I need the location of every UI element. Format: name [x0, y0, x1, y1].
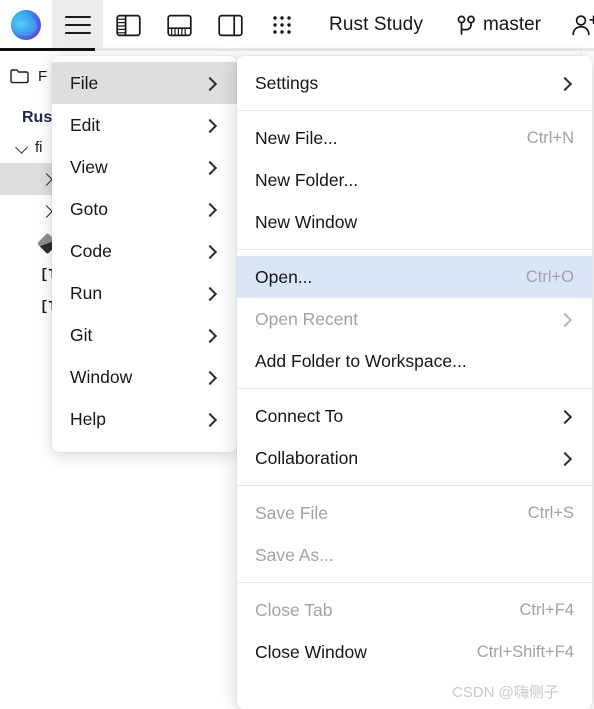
chevron-right-icon — [560, 314, 571, 325]
menu-item-label: Code — [70, 240, 112, 261]
submenu-separator — [237, 249, 592, 250]
submenu-item-label: Open... — [255, 266, 313, 287]
git-branch-icon — [457, 15, 476, 36]
chevron-right-icon — [205, 414, 216, 425]
left-panel-icon — [116, 14, 141, 37]
submenu-item-shortcut: Ctrl+Shift+F4 — [476, 642, 574, 661]
git-branch-button[interactable]: master — [457, 14, 541, 36]
submenu-item-label: New File... — [255, 127, 338, 148]
chevron-right-icon — [560, 411, 571, 422]
submenu-item-shortcut: Ctrl+F4 — [519, 600, 574, 619]
bottom-panel-icon — [167, 14, 192, 37]
submenu-item-shortcut: Ctrl+N — [526, 128, 574, 147]
app-window: F Rus fi [T [T Rust Study master File Ed… — [0, 0, 594, 709]
menu-item-label: File — [70, 72, 99, 93]
menu-item-help[interactable]: Help — [52, 398, 237, 440]
submenu-item-shortcut: Ctrl+O — [525, 267, 574, 286]
menu-item-run[interactable]: Run — [52, 272, 237, 314]
submenu-item-label: Save As... — [255, 544, 334, 565]
submenu-item-new-window[interactable]: New Window — [237, 201, 592, 243]
toolbar-divider — [95, 48, 594, 51]
app-logo-icon — [11, 10, 41, 40]
submenu-item-label: New Window — [255, 211, 358, 232]
app-logo[interactable] — [0, 0, 52, 50]
submenu-item-new-file[interactable]: New File... Ctrl+N — [237, 117, 592, 159]
menu-item-label: Goto — [70, 198, 108, 219]
submenu-separator — [237, 582, 592, 583]
submenu-item-label: Open Recent — [255, 308, 359, 329]
menu-item-view[interactable]: View — [52, 146, 237, 188]
git-branch-label: master — [482, 14, 542, 35]
chevron-right-icon — [205, 78, 216, 89]
project-title[interactable]: Rust Study — [329, 14, 423, 36]
chevron-right-icon — [205, 162, 216, 173]
main-menu-panel: File Edit View Goto Code Run Git Window — [52, 56, 237, 452]
submenu-item-settings[interactable]: Settings — [237, 62, 592, 104]
right-panel-button[interactable] — [205, 0, 256, 50]
submenu-item-label: Save File — [255, 502, 328, 523]
add-user-button[interactable] — [571, 14, 594, 37]
chevron-down-icon[interactable] — [16, 141, 29, 154]
submenu-separator — [237, 388, 592, 389]
submenu-item-close-window[interactable]: Close Window Ctrl+Shift+F4 — [237, 631, 592, 673]
chevron-right-icon — [205, 246, 216, 257]
hamburger-menu-icon — [64, 16, 91, 34]
hamburger-menu-button[interactable] — [52, 0, 103, 50]
submenu-item-label: Settings — [255, 72, 319, 93]
menu-item-label: Window — [70, 366, 133, 387]
add-user-icon — [571, 14, 594, 37]
menu-item-goto[interactable]: Goto — [52, 188, 237, 230]
submenu-item-save-as: Save As... — [237, 534, 592, 576]
folder-icon — [10, 68, 29, 84]
chevron-right-icon — [560, 453, 571, 464]
submenu-item-open-recent: Open Recent — [237, 298, 592, 340]
explorer-header-label: F — [38, 67, 48, 85]
submenu-item-shortcut: Ctrl+S — [527, 503, 574, 522]
submenu-item-label: Close Tab — [255, 599, 333, 620]
submenu-item-new-folder[interactable]: New Folder... — [237, 159, 592, 201]
chevron-right-icon — [205, 288, 216, 299]
chevron-right-icon — [205, 204, 216, 215]
submenu-item-save-file: Save File Ctrl+S — [237, 492, 592, 534]
chevron-right-icon — [205, 330, 216, 341]
top-toolbar: Rust Study master — [0, 0, 594, 50]
chevron-right-icon — [560, 78, 571, 89]
menu-item-label: Edit — [70, 114, 101, 135]
menu-item-label: Run — [70, 282, 103, 303]
submenu-item-collaboration[interactable]: Collaboration — [237, 437, 592, 479]
active-tool-indicator — [0, 48, 95, 51]
menu-item-label: Git — [70, 324, 93, 345]
right-panel-icon — [218, 14, 243, 37]
menu-item-label: View — [70, 156, 108, 177]
submenu-separator — [237, 485, 592, 486]
submenu-item-add-folder-to-workspace[interactable]: Add Folder to Workspace... — [237, 340, 592, 382]
menu-item-code[interactable]: Code — [52, 230, 237, 272]
chevron-right-icon — [205, 372, 216, 383]
submenu-item-label: Collaboration — [255, 447, 359, 468]
submenu-item-label: Close Window — [255, 641, 367, 662]
tree-row-label: fi — [35, 138, 43, 156]
submenu-item-close-tab: Close Tab Ctrl+F4 — [237, 589, 592, 631]
chevron-right-icon — [205, 120, 216, 131]
apps-grid-button[interactable] — [256, 0, 307, 50]
menu-item-window[interactable]: Window — [52, 356, 237, 398]
bottom-panel-button[interactable] — [154, 0, 205, 50]
menu-item-file[interactable]: File — [52, 62, 237, 104]
submenu-separator — [237, 110, 592, 111]
submenu-item-label: New Folder... — [255, 169, 359, 190]
menu-item-git[interactable]: Git — [52, 314, 237, 356]
menu-item-edit[interactable]: Edit — [52, 104, 237, 146]
left-panel-button[interactable] — [103, 0, 154, 50]
submenu-item-open[interactable]: Open... Ctrl+O — [237, 256, 592, 298]
submenu-item-connect-to[interactable]: Connect To — [237, 395, 592, 437]
grid-apps-icon — [272, 15, 292, 35]
file-submenu-panel: Settings New File... Ctrl+N New Folder..… — [237, 56, 592, 709]
menu-item-label: Help — [70, 408, 106, 429]
submenu-item-label: Add Folder to Workspace... — [255, 350, 467, 371]
submenu-item-label: Connect To — [255, 405, 344, 426]
